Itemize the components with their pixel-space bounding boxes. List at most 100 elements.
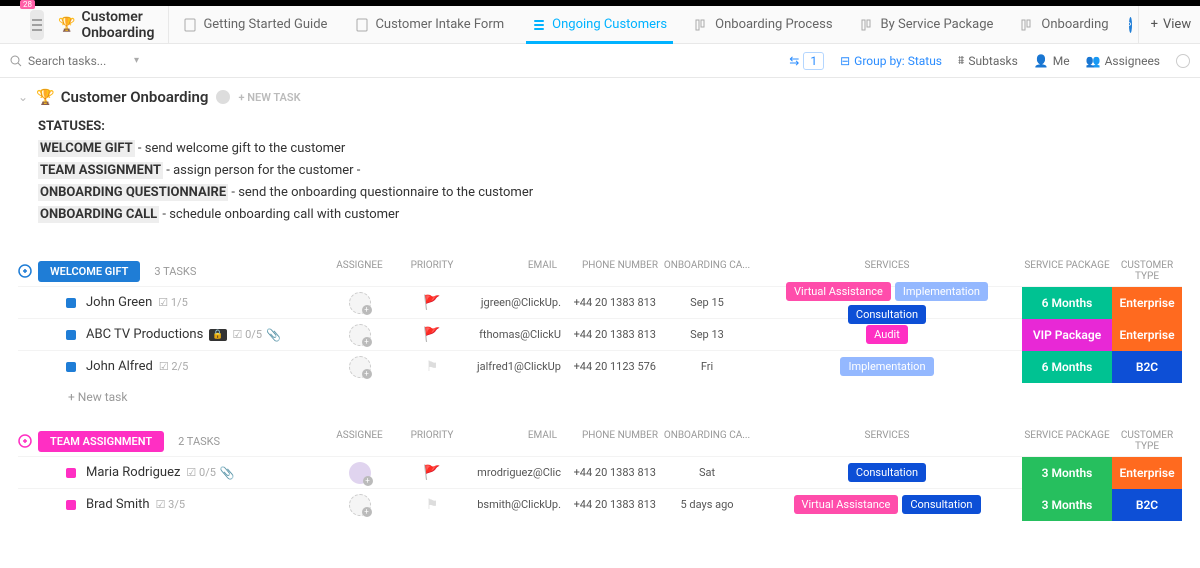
priority-cell[interactable]: ⚑ xyxy=(397,359,467,375)
service-tag[interactable]: Virtual Assistance xyxy=(794,495,899,514)
page-title[interactable]: 🏆 Customer Onboarding xyxy=(44,6,169,43)
email-cell[interactable]: mrodriguez@Clic xyxy=(467,466,567,479)
tab-overflow-button[interactable]: › xyxy=(1129,17,1132,33)
services-cell[interactable]: Audit xyxy=(752,325,1022,344)
email-cell[interactable]: fthomas@ClickU xyxy=(467,328,567,341)
task-row[interactable]: John Alfred ☑ 2/5 ⚑ jalfred1@ClickUp +44… xyxy=(18,350,1182,382)
new-task-button[interactable]: + New task xyxy=(18,382,1182,408)
subtasks-button[interactable]: ⩩Subtasks xyxy=(958,53,1018,68)
services-cell[interactable]: Virtual AssistanceImplementationConsulta… xyxy=(752,282,1022,324)
priority-cell[interactable]: 🚩 xyxy=(397,327,467,343)
task-name[interactable]: John Green xyxy=(86,295,152,310)
task-name[interactable]: ABC TV Productions xyxy=(86,327,203,342)
col-email[interactable]: EMAIL xyxy=(467,430,567,452)
task-row[interactable]: Brad Smith ☑ 3/5 ⚑ bsmith@ClickUp. +44 2… xyxy=(18,488,1182,520)
service-tag[interactable]: Implementation xyxy=(895,282,988,301)
col-phone[interactable]: PHONE NUMBER xyxy=(567,260,662,282)
attachment-icon[interactable]: 📎 xyxy=(266,328,281,342)
col-type[interactable]: CUSTOMER TYPE xyxy=(1112,430,1182,452)
col-priority[interactable]: PRIORITY xyxy=(397,430,467,452)
assignee-avatar[interactable] xyxy=(349,292,371,314)
search[interactable]: ▾ xyxy=(10,54,180,68)
assignee-avatar[interactable] xyxy=(349,494,371,516)
task-row[interactable]: ABC TV Productions 🔒 ☑ 0/5 📎 🚩 fthomas@C… xyxy=(18,318,1182,350)
group-toggle[interactable] xyxy=(18,264,32,278)
phone-cell[interactable]: +44 20 1123 576 xyxy=(567,360,662,373)
email-cell[interactable]: jgreen@ClickUp. xyxy=(467,296,567,309)
sidebar-toggle-button[interactable] xyxy=(30,10,44,40)
subtask-count[interactable]: ☑ 0/5 xyxy=(233,328,263,341)
filter-button[interactable]: ⇆1 xyxy=(789,52,824,70)
assignee-avatar[interactable] xyxy=(349,462,371,484)
service-tag[interactable]: Implementation xyxy=(840,357,933,376)
email-cell[interactable]: jalfred1@ClickUp xyxy=(467,360,567,373)
status-square-icon[interactable] xyxy=(66,468,76,478)
list-name[interactable]: 🏆 Customer Onboarding xyxy=(36,88,208,106)
phone-cell[interactable]: +44 20 1383 813 xyxy=(567,498,662,511)
collapse-all-button[interactable]: ⌄ xyxy=(18,90,28,104)
services-cell[interactable]: Consultation xyxy=(752,463,1022,482)
customer-type-badge[interactable]: Enterprise xyxy=(1112,457,1182,489)
col-type[interactable]: CUSTOMER TYPE xyxy=(1112,260,1182,282)
subtask-count[interactable]: ☑ 3/5 xyxy=(156,498,186,511)
groupby-button[interactable]: ⊟Group by: Status xyxy=(840,54,942,68)
show-closed-toggle[interactable] xyxy=(1176,54,1190,68)
onboarding-call-cell[interactable]: 5 days ago xyxy=(662,498,752,511)
services-cell[interactable]: Virtual AssistanceConsultation xyxy=(752,495,1022,514)
phone-cell[interactable]: +44 20 1383 813 xyxy=(567,296,662,309)
service-tag[interactable]: Consultation xyxy=(902,495,980,514)
col-priority[interactable]: PRIORITY xyxy=(397,260,467,282)
status-square-icon[interactable] xyxy=(66,298,76,308)
add-view-button[interactable]: +View xyxy=(1138,6,1200,43)
status-square-icon[interactable] xyxy=(66,500,76,510)
services-cell[interactable]: Implementation xyxy=(752,357,1022,376)
col-email[interactable]: EMAIL xyxy=(467,260,567,282)
group-name-badge[interactable]: WELCOME GIFT xyxy=(38,261,140,282)
tab-onboarding[interactable]: Onboarding xyxy=(1007,6,1122,43)
col-package[interactable]: SERVICE PACKAGE xyxy=(1022,260,1112,282)
status-square-icon[interactable] xyxy=(66,362,76,372)
assignee-avatar[interactable] xyxy=(349,324,371,346)
subtask-count[interactable]: ☑ 0/5 xyxy=(186,466,216,479)
me-button[interactable]: 👤Me xyxy=(1034,54,1070,68)
customer-type-badge[interactable]: B2C xyxy=(1112,351,1182,383)
package-badge[interactable]: 3 Months xyxy=(1022,457,1112,489)
phone-cell[interactable]: +44 20 1383 813 xyxy=(567,328,662,341)
list-info-button[interactable] xyxy=(216,90,230,104)
chevron-down-icon[interactable]: ▾ xyxy=(134,55,139,66)
onboarding-call-cell[interactable]: Sep 13 xyxy=(662,328,752,341)
col-phone[interactable]: PHONE NUMBER xyxy=(567,430,662,452)
package-badge[interactable]: VIP Package xyxy=(1022,319,1112,351)
package-badge[interactable]: 6 Months xyxy=(1022,287,1112,319)
col-services[interactable]: SERVICES xyxy=(752,260,1022,282)
priority-cell[interactable]: ⚑ xyxy=(397,497,467,513)
subtask-count[interactable]: ☑ 1/5 xyxy=(158,296,188,309)
new-task-button[interactable]: + NEW TASK xyxy=(238,91,300,104)
priority-cell[interactable]: 🚩 xyxy=(397,465,467,481)
col-call[interactable]: ONBOARDING CA... xyxy=(662,260,752,282)
tab-intake-form[interactable]: Customer Intake Form xyxy=(341,6,518,43)
onboarding-call-cell[interactable]: Fri xyxy=(662,360,752,373)
package-badge[interactable]: 3 Months xyxy=(1022,489,1112,521)
customer-type-badge[interactable]: Enterprise xyxy=(1112,287,1182,319)
tab-getting-started[interactable]: Getting Started Guide xyxy=(169,6,341,43)
service-tag[interactable]: Audit xyxy=(866,325,908,344)
subtask-count[interactable]: ☑ 2/5 xyxy=(159,360,189,373)
task-name[interactable]: Brad Smith xyxy=(86,497,150,512)
priority-cell[interactable]: 🚩 xyxy=(397,295,467,311)
task-name[interactable]: Maria Rodriguez xyxy=(86,465,180,480)
package-badge[interactable]: 6 Months xyxy=(1022,351,1112,383)
task-row[interactable]: John Green ☑ 1/5 🚩 jgreen@ClickUp. +44 2… xyxy=(18,286,1182,318)
onboarding-call-cell[interactable]: Sep 15 xyxy=(662,296,752,309)
tab-service-package[interactable]: By Service Package xyxy=(847,6,1008,43)
task-row[interactable]: Maria Rodriguez ☑ 0/5 📎 🚩 mrodriguez@Cli… xyxy=(18,456,1182,488)
tab-ongoing-customers[interactable]: Ongoing Customers xyxy=(518,6,681,43)
onboarding-call-cell[interactable]: Sat xyxy=(662,466,752,479)
customer-type-badge[interactable]: Enterprise xyxy=(1112,319,1182,351)
status-square-icon[interactable] xyxy=(66,330,76,340)
group-name-badge[interactable]: TEAM ASSIGNMENT xyxy=(38,431,164,452)
col-call[interactable]: ONBOARDING CA... xyxy=(662,430,752,452)
notification-badge[interactable]: 28 xyxy=(20,0,35,9)
assignees-button[interactable]: 👥Assignees xyxy=(1086,54,1160,68)
assignee-avatar[interactable] xyxy=(349,356,371,378)
